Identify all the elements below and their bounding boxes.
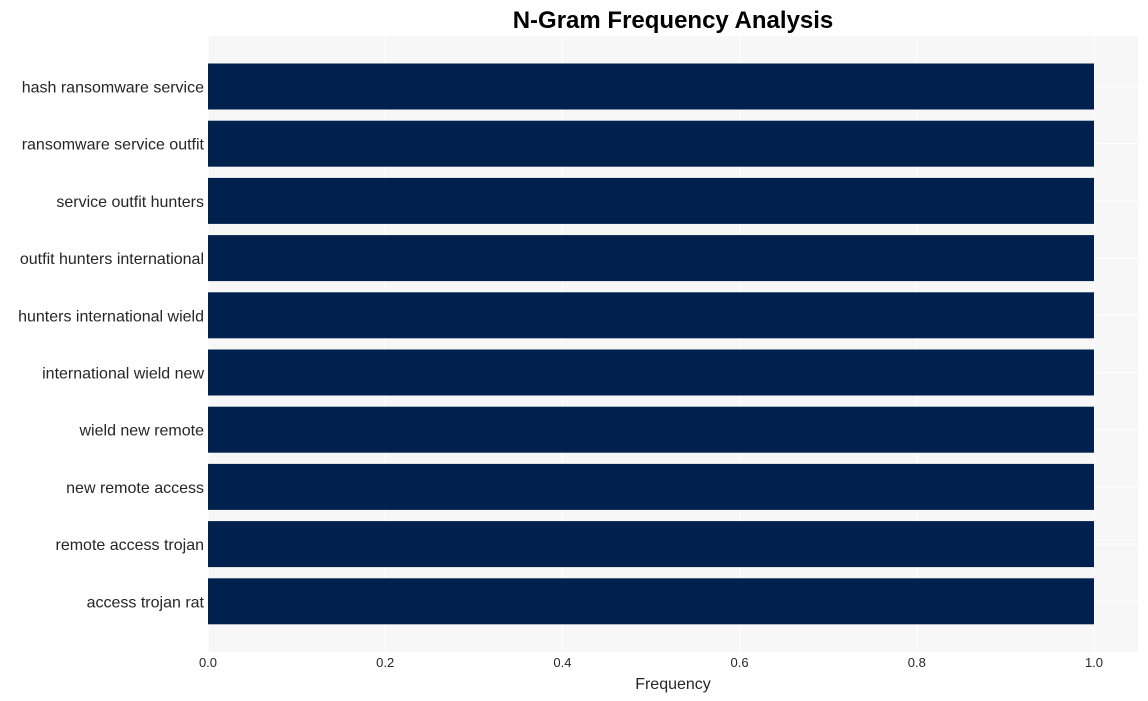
bar	[208, 578, 1094, 625]
chart: hash ransomware service ransomware servic…	[18, 7, 1138, 693]
y-tick-label: access trojan rat	[87, 594, 205, 611]
y-tick-label: service outfit hunters	[56, 194, 204, 211]
x-tick-label: 0.6	[731, 655, 749, 670]
x-tick-label: 0.4	[553, 655, 571, 670]
x-tick-label: 0.2	[376, 655, 394, 670]
y-tick-label: ransomware service outfit	[22, 137, 205, 154]
y-tick-labels: hash ransomware service ransomware servic…	[18, 80, 204, 612]
y-tick-label: remote access trojan	[55, 537, 204, 554]
x-tick-label: 0.8	[908, 655, 926, 670]
x-tick-labels: 0.0 0.2 0.4 0.6 0.8 1.0	[199, 655, 1103, 670]
bar	[208, 120, 1094, 167]
bar	[208, 177, 1094, 224]
y-tick-label: international wield new	[42, 366, 204, 383]
bar	[208, 463, 1094, 510]
bar	[208, 349, 1094, 396]
bar	[208, 292, 1094, 339]
y-tick-label: hunters international wield	[18, 308, 204, 325]
y-tick-label: wield new remote	[79, 423, 205, 440]
x-axis-label: Frequency	[635, 676, 711, 693]
x-tick-label: 0.0	[199, 655, 217, 670]
y-tick-label: new remote access	[66, 480, 204, 497]
y-tick-label: outfit hunters international	[20, 251, 204, 268]
bar	[208, 521, 1094, 568]
y-tick-label: hash ransomware service	[22, 80, 204, 97]
bar	[208, 235, 1094, 282]
bar	[208, 63, 1094, 110]
bar	[208, 406, 1094, 453]
chart-title: N-Gram Frequency Analysis	[513, 7, 834, 34]
x-tick-label: 1.0	[1085, 655, 1103, 670]
